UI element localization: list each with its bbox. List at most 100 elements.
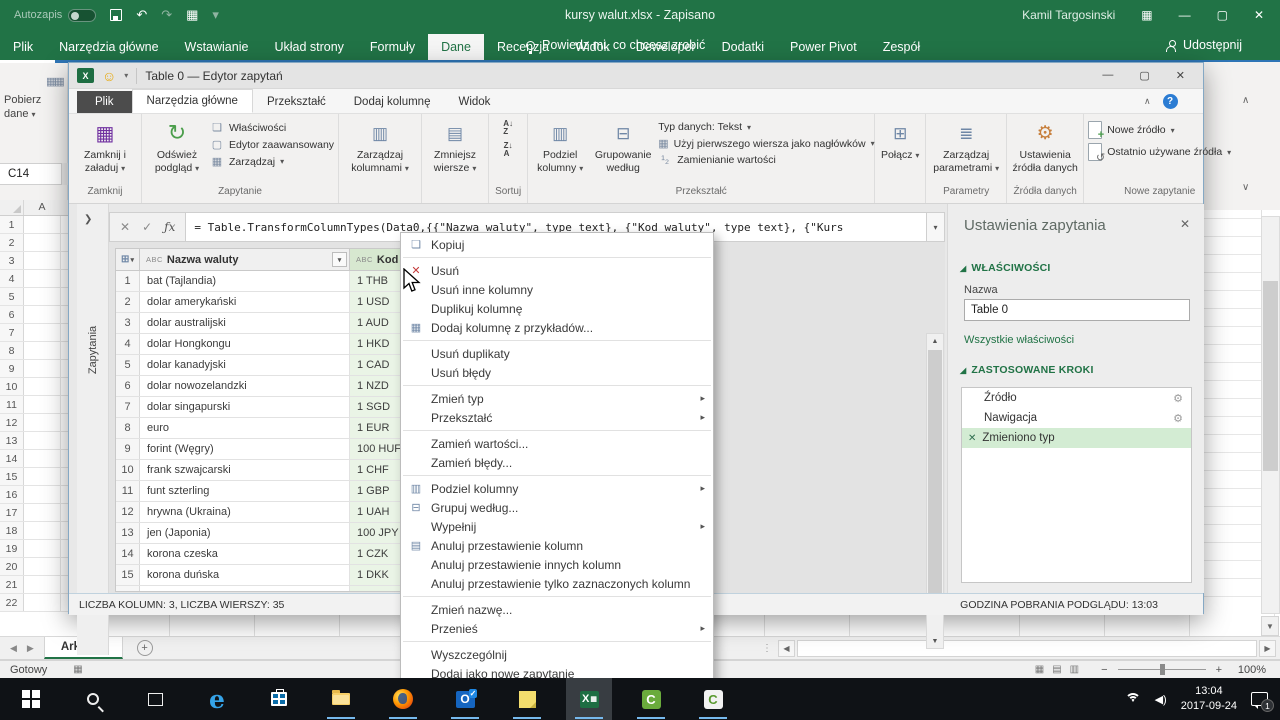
file-explorer-button[interactable] — [318, 678, 364, 720]
chevron-down-icon[interactable]: ▾ — [124, 71, 128, 80]
cell-currency-name[interactable]: dolar amerykański — [140, 292, 350, 312]
step-delete-icon[interactable]: ✕ — [968, 433, 976, 444]
table-row[interactable]: 4 dolar Hongkongu 1 HKD — [116, 334, 438, 355]
outlook-button[interactable]: O — [442, 678, 488, 720]
grid-cell[interactable] — [24, 576, 61, 593]
column-header-a[interactable]: A — [24, 201, 60, 213]
context-menu-item[interactable]: Usuń duplikaty ▸ — [401, 344, 713, 363]
table-row[interactable]: 13 jen (Japonia) 100 JPY — [116, 523, 438, 544]
row-number[interactable]: 6 — [116, 376, 140, 396]
excel-vertical-scrollbar[interactable] — [1261, 216, 1280, 614]
grid-cell[interactable] — [24, 378, 61, 395]
split-column-button[interactable]: ▥ Podziel kolumny ▾ — [532, 118, 588, 174]
scroll-down-button[interactable]: ▼ — [1261, 616, 1279, 636]
grid-cell[interactable] — [24, 396, 61, 413]
scroll-left-button[interactable]: ◀ — [778, 640, 795, 657]
grid-cell[interactable] — [24, 540, 61, 557]
all-properties-link[interactable]: Wszystkie właściwości — [964, 334, 1074, 346]
applied-step[interactable]: ✕ Zmieniono typ ⚙ — [962, 428, 1191, 448]
excel-grid-row[interactable]: 2 — [0, 234, 68, 252]
pq-minimize-icon[interactable]: — — [1102, 69, 1113, 82]
query-name-input[interactable]: Table 0 — [964, 299, 1190, 321]
grid-cell[interactable] — [24, 594, 61, 611]
taskbar-clock[interactable]: 13:04 2017-09-24 — [1181, 684, 1237, 714]
excel-grid-row[interactable]: 4 — [0, 270, 68, 288]
grid-cell[interactable] — [24, 450, 61, 467]
row-number[interactable]: 3 — [0, 252, 24, 269]
excel-grid-row[interactable]: 11 — [0, 396, 68, 414]
table-row[interactable]: 16 korona islandzka 100 ISK — [116, 586, 438, 592]
cell-currency-name[interactable]: forint (Węgry) — [140, 439, 350, 459]
cell-currency-name[interactable]: hrywna (Ukraina) — [140, 502, 350, 522]
excel-grid-row[interactable]: 20 — [0, 558, 68, 576]
grid-cell[interactable] — [24, 486, 61, 503]
grid-cell[interactable] — [24, 270, 61, 287]
context-menu-item[interactable]: Przekształć ▸ — [401, 408, 713, 427]
row-number[interactable]: 5 — [0, 288, 24, 305]
excel-tab[interactable]: Narzędzia główne — [46, 34, 171, 60]
applied-step[interactable]: ✕ Nawigacja ⚙ — [962, 408, 1191, 428]
undo-icon[interactable]: ↶ — [136, 7, 147, 23]
row-number[interactable]: 7 — [0, 324, 24, 341]
scroll-chevron-up-icon[interactable]: ∧ — [1242, 95, 1249, 106]
table-row[interactable]: 8 euro 1 EUR — [116, 418, 438, 439]
table-menu-button[interactable]: ⊞▾ — [116, 249, 140, 270]
excel-tab[interactable]: Wstawianie — [172, 34, 262, 60]
row-number[interactable]: 19 — [0, 540, 24, 557]
scroll-down-icon[interactable]: ▼ — [932, 634, 939, 648]
macro-record-icon[interactable]: ▦ — [73, 664, 82, 675]
grid-cell[interactable] — [24, 234, 61, 251]
pq-tab[interactable]: Dodaj kolumnę — [340, 91, 445, 113]
table-row[interactable]: 3 dolar australijski 1 AUD — [116, 313, 438, 334]
cell-currency-name[interactable]: euro — [140, 418, 350, 438]
row-number[interactable]: 2 — [116, 292, 140, 312]
scrollbar-splitter[interactable]: ⋮ — [762, 643, 772, 654]
row-number[interactable]: 12 — [0, 414, 24, 431]
excel-grid-row[interactable]: 7 — [0, 324, 68, 342]
name-box[interactable]: C14 — [0, 163, 62, 185]
row-number[interactable]: 2 — [0, 234, 24, 251]
minimize-icon[interactable]: — — [1179, 8, 1191, 22]
row-number[interactable]: 8 — [116, 418, 140, 438]
select-all-corner[interactable] — [0, 200, 24, 215]
row-number[interactable]: 1 — [0, 216, 24, 233]
grid-cell[interactable] — [24, 324, 61, 341]
start-button[interactable] — [8, 678, 54, 720]
context-menu-item[interactable]: ▸ — [401, 593, 713, 600]
context-menu-item[interactable]: ▥ Podziel kolumny ▸ — [401, 479, 713, 498]
save-icon[interactable] — [110, 9, 122, 21]
column-header-nazwa-waluty[interactable]: ABC Nazwa waluty ▾ — [140, 249, 350, 270]
close-and-load-button[interactable]: ▦ Zamknij i załaduj ▾ — [73, 118, 137, 174]
group-by-button[interactable]: ⊟ Grupowanie według — [590, 118, 656, 174]
reduce-rows-button[interactable]: ▤ Zmniejsz wiersze ▾ — [426, 118, 484, 174]
user-name[interactable]: Kamil Targosinski — [1022, 8, 1115, 22]
table-row[interactable]: 1 bat (Tajlandia) 1 THB — [116, 271, 438, 292]
table-row[interactable]: 7 dolar singapurski 1 SGD — [116, 397, 438, 418]
firefox-button[interactable] — [380, 678, 426, 720]
applied-step[interactable]: ✕ Źródło ⚙ — [962, 388, 1191, 408]
notification-center-icon[interactable]: 1 — [1251, 692, 1268, 706]
cell-currency-name[interactable]: funt szterling — [140, 481, 350, 501]
context-menu-item[interactable]: Przenieś ▸ — [401, 619, 713, 638]
cell-currency-name[interactable]: korona czeska — [140, 544, 350, 564]
excel-grid-row[interactable]: 12 — [0, 414, 68, 432]
row-number[interactable]: 8 — [0, 342, 24, 359]
table-row[interactable]: 14 korona czeska 1 CZK — [116, 544, 438, 565]
formula-cancel-icon[interactable]: ✕ — [120, 220, 130, 234]
cell-currency-name[interactable]: dolar nowozelandzki — [140, 376, 350, 396]
context-menu-item[interactable]: Anuluj przestawienie innych kolumn ▸ — [401, 555, 713, 574]
row-number[interactable]: 7 — [116, 397, 140, 417]
row-number[interactable]: 4 — [116, 334, 140, 354]
recent-sources-button[interactable]: ↺Ostatnio używane źródła ▾ — [1088, 143, 1231, 161]
row-number[interactable]: 10 — [116, 460, 140, 480]
ribbon-collapse-icon[interactable]: ∧ — [1144, 96, 1151, 107]
row-number[interactable]: 20 — [0, 558, 24, 575]
pq-tab[interactable]: Widok — [444, 91, 504, 113]
context-menu-item[interactable]: Zmień nazwę... ▸ — [401, 600, 713, 619]
table-row[interactable]: 9 forint (Węgry) 100 HUF — [116, 439, 438, 460]
pq-close-icon[interactable]: ✕ — [1176, 69, 1185, 82]
context-menu-item[interactable]: ▸ — [401, 472, 713, 479]
wifi-icon[interactable] — [1125, 693, 1141, 705]
cell-currency-name[interactable]: korona duńska — [140, 565, 350, 585]
context-menu-item[interactable]: Wyszczególnij ▸ — [401, 645, 713, 664]
